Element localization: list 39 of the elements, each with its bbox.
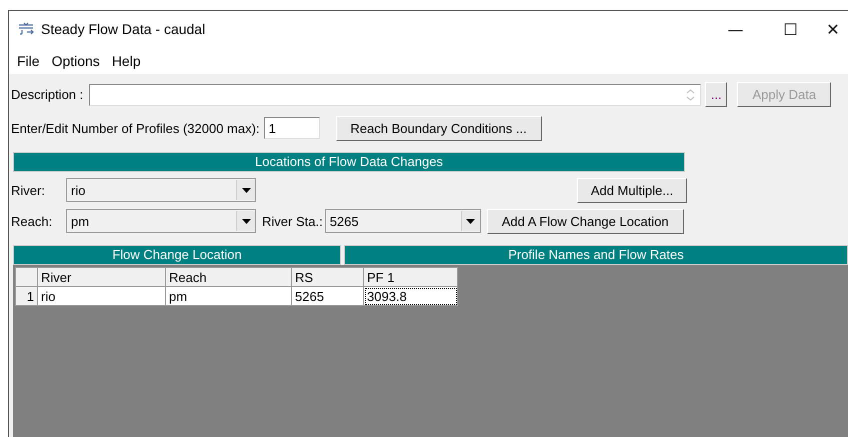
corner-cell bbox=[16, 268, 38, 286]
column-header: RS bbox=[292, 268, 364, 286]
river-station-dropdown[interactable]: 5265 bbox=[324, 209, 481, 233]
minimize-button[interactable]: — bbox=[708, 14, 763, 44]
spin-icon bbox=[686, 86, 696, 102]
dropdown-arrow-icon bbox=[466, 218, 476, 224]
section-header: Flow Change Location bbox=[13, 245, 341, 265]
menu-item[interactable]: File bbox=[11, 52, 46, 68]
more-button[interactable]: ... bbox=[705, 82, 728, 107]
river-station-label: River Sta.: bbox=[262, 214, 323, 228]
dropdown-arrow-icon bbox=[242, 188, 250, 192]
table-cell[interactable]: 3093.8 bbox=[364, 286, 458, 306]
boundary-conditions-button[interactable]: Reach Boundary Conditions ... bbox=[336, 116, 542, 140]
table-cell[interactable]: rio bbox=[38, 286, 166, 306]
menu-item[interactable]: Options bbox=[46, 52, 106, 68]
column-header: Reach bbox=[166, 268, 292, 286]
reach-dropdown[interactable]: pm bbox=[66, 209, 256, 233]
column-header: River bbox=[38, 268, 166, 286]
description-label: Description : bbox=[11, 87, 84, 102]
section-header: Profile Names and Flow Rates bbox=[344, 245, 848, 265]
river-label: River: bbox=[10, 182, 46, 198]
dropdown-arrow-icon bbox=[242, 218, 250, 224]
column-header: PF 1 bbox=[364, 268, 458, 286]
river-dropdown[interactable]: rio bbox=[66, 178, 256, 202]
table-cell[interactable]: 5265 bbox=[292, 286, 364, 306]
description-field[interactable] bbox=[89, 84, 702, 106]
row-number: 1 bbox=[16, 286, 38, 306]
menu-item[interactable]: Help bbox=[106, 52, 147, 68]
table-cell[interactable]: pm bbox=[166, 286, 292, 306]
add-multiple-button[interactable]: Add Multiple... bbox=[577, 178, 687, 202]
close-button[interactable]: ✕ bbox=[818, 14, 848, 44]
profiles-label: Enter/Edit Number of Profiles (32000 max): bbox=[11, 120, 260, 136]
maximize-button[interactable]: ☐ bbox=[763, 14, 818, 44]
section-header: Locations of Flow Data Changes bbox=[13, 152, 685, 172]
app-icon bbox=[17, 22, 35, 36]
window-title: Steady Flow Data - caudal bbox=[41, 21, 206, 37]
reach-label: Reach: bbox=[10, 214, 54, 228]
add-flow-change-location-button[interactable]: Add A Flow Change Location bbox=[486, 208, 684, 234]
profiles-input[interactable]: 1 bbox=[264, 117, 320, 139]
